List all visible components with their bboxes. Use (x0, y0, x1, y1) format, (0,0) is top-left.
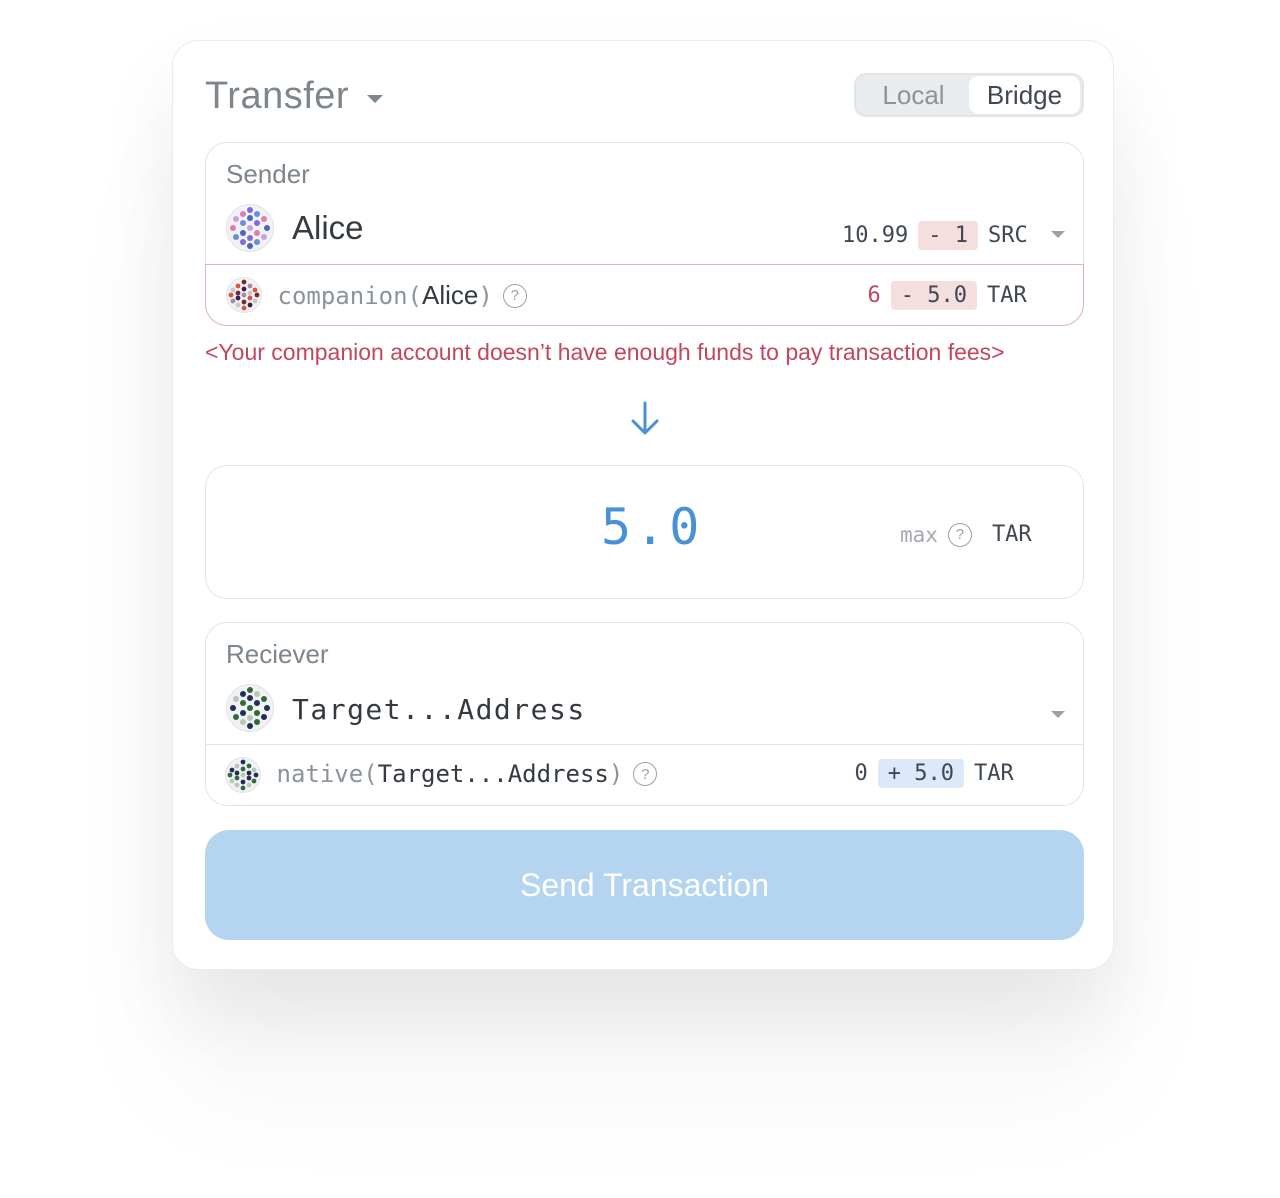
receiver-account-select[interactable]: Target...Address (206, 679, 1082, 745)
companion-row: companion(Alice) ? 6 - 5.0 TAR (204, 264, 1084, 326)
companion-account: companion(Alice) ? (278, 280, 527, 311)
arrow-down-icon (631, 401, 659, 435)
native-prefix: native( (276, 760, 378, 788)
question-circle-icon[interactable]: ? (633, 762, 658, 786)
companion-prefix: companion( (277, 281, 423, 310)
chevron-down-icon (1051, 231, 1065, 238)
page-title: Transfer (205, 75, 350, 117)
companion-balance-change: - 5.0 (890, 281, 977, 310)
companion-balance-value: 6 (867, 283, 881, 308)
max-button[interactable]: max (900, 523, 938, 547)
companion-funds-error: <Your companion account doesn’t have eno… (205, 339, 1005, 365)
native-row: native(Target...Address) ? 0 + 5.0 TAR (204, 744, 1084, 806)
receiver-section: Reciever Target...Address native(Target… (204, 622, 1084, 806)
native-balance-value: 0 (854, 761, 868, 786)
transfer-mode-dropdown[interactable]: Transfer (205, 75, 384, 118)
amount-unit: TAR (991, 522, 1032, 547)
sender-unit: SRC (987, 223, 1028, 248)
question-circle-icon[interactable]: ? (502, 283, 527, 308)
native-balance-change: + 5.0 (877, 759, 964, 788)
sender-balance-change: - 1 (918, 221, 978, 250)
companion-suffix: ) (478, 281, 493, 310)
companion-balance: 6 - 5.0 TAR (868, 281, 1027, 310)
sender-balance-value: 10.99 (842, 223, 909, 248)
amount-section: 5.0 max ? TAR (205, 465, 1084, 599)
receiver-label: Reciever (226, 639, 329, 669)
companion-unit: TAR (986, 283, 1027, 308)
chevron-down-icon (1051, 711, 1065, 718)
transfer-card: Transfer Local Bridge Sender Alice 10.99… (172, 40, 1114, 970)
sender-account-select[interactable]: Alice 10.99 - 1 SRC (206, 199, 1082, 265)
receiver-avatar (226, 684, 274, 732)
native-unit: TAR (973, 761, 1014, 786)
native-avatar (224, 757, 261, 793)
companion-avatar (225, 277, 262, 313)
sender-name: Alice (292, 209, 364, 246)
native-account: native(Target...Address) ? (277, 760, 658, 788)
amount-input[interactable]: 5.0 (601, 498, 703, 556)
native-balance: 0 + 5.0 TAR (855, 759, 1014, 788)
sender-balance: 10.99 - 1 SRC (842, 221, 1028, 250)
question-circle-icon[interactable]: ? (947, 522, 972, 547)
native-suffix: ) (608, 760, 624, 788)
send-transaction-button[interactable]: Send Transaction (205, 830, 1084, 940)
receiver-address: Target...Address (292, 693, 586, 726)
network-toggle: Local Bridge (854, 73, 1084, 117)
sender-avatar (226, 204, 274, 252)
sender-label: Sender (226, 159, 310, 189)
sender-section: Sender Alice 10.99 - 1 SRC companion(Al… (204, 142, 1084, 326)
toggle-local[interactable]: Local (858, 76, 969, 114)
toggle-bridge[interactable]: Bridge (969, 76, 1080, 114)
caret-down-icon (367, 94, 384, 103)
companion-name: Alice (422, 280, 479, 310)
max-control: max ? TAR (900, 522, 1032, 547)
native-name: Target...Address (377, 760, 609, 788)
